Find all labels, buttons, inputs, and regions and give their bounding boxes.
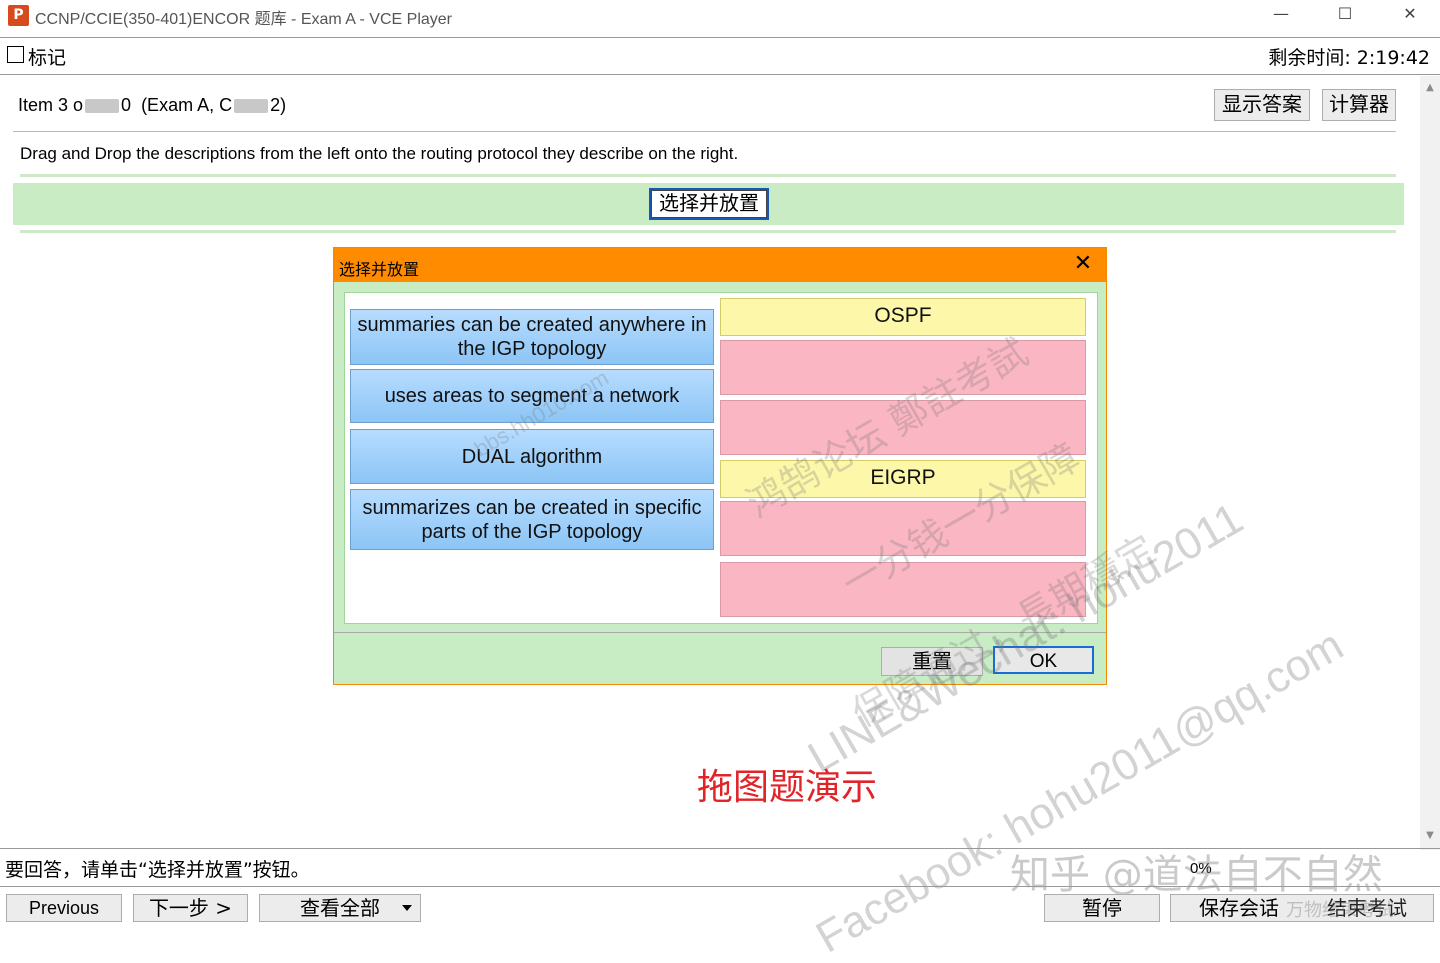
mark-label[interactable]: 标记	[28, 43, 66, 70]
pause-button[interactable]: 暂停	[1044, 894, 1160, 922]
show-answer-button[interactable]: 显示答案	[1214, 89, 1310, 121]
divider	[13, 131, 1396, 132]
dialog-header	[334, 248, 1106, 282]
save-session-button[interactable]: 保存会话	[1174, 895, 1304, 921]
exam-info-end: 2)	[270, 95, 287, 115]
source-item-summaries-anywhere[interactable]: summaries can be created anywhere in the…	[350, 309, 714, 365]
save-session-end-exam-bar: 保存会话 结束考试	[1170, 894, 1434, 922]
vertical-scrollbar[interactable]	[1420, 76, 1440, 850]
redacted-mark	[234, 99, 269, 114]
question-text: Drag and Drop the descriptions from the …	[20, 144, 739, 163]
demo-caption: 拖图题演示	[697, 767, 878, 808]
review-all-label: 查看全部	[300, 896, 380, 920]
end-exam-button[interactable]: 结束考试	[1304, 895, 1430, 921]
target-header-eigrp: EIGRP	[720, 460, 1086, 498]
divider	[0, 848, 1440, 849]
source-item-uses-areas[interactable]: uses areas to segment a network	[350, 369, 714, 423]
calculator-button[interactable]: 计算器	[1322, 89, 1396, 121]
dialog-close-icon[interactable]: ✕	[1071, 251, 1095, 277]
scroll-up-icon[interactable]: ▲	[1422, 82, 1438, 94]
review-all-dropdown[interactable]: 查看全部	[259, 894, 421, 922]
divider	[0, 886, 1440, 887]
exam-info: (Exam A, C	[141, 95, 233, 115]
maximize-button[interactable]: ☐	[1315, 0, 1375, 32]
next-button[interactable]: 下一步 >	[133, 894, 248, 922]
scroll-down-icon[interactable]: ▼	[1422, 830, 1438, 842]
item-number: Item 3 o	[18, 95, 84, 115]
item-info: Item 3 o 0 (Exam A, C 2)	[18, 95, 286, 116]
drop-target-eigrp-1[interactable]	[720, 501, 1086, 556]
select-and-place-button[interactable]: 选择并放置	[649, 188, 769, 220]
time-remaining: 剩余时间: 2:19:42	[1268, 47, 1430, 69]
divider	[20, 174, 1396, 177]
divider	[0, 74, 1440, 75]
progress-percent: 0%	[1190, 860, 1212, 877]
previous-button[interactable]: Previous	[6, 894, 122, 922]
ok-button[interactable]: OK	[993, 646, 1094, 674]
divider	[334, 632, 1106, 633]
close-window-button[interactable]: ✕	[1380, 0, 1440, 32]
drop-target-ospf-1[interactable]	[720, 340, 1086, 395]
status-hint: 要回答，请单击“选择并放置”按钮。	[5, 859, 310, 881]
target-header-ospf: OSPF	[720, 298, 1086, 336]
minimize-button[interactable]: —	[1251, 0, 1311, 32]
source-item-dual-algorithm[interactable]: DUAL algorithm	[350, 429, 714, 484]
drop-target-eigrp-2[interactable]	[720, 562, 1086, 617]
reset-button[interactable]: 重置	[881, 647, 983, 676]
window-title: CCNP/CCIE(350-401)ENCOR 题库 - Exam A - VC…	[35, 11, 452, 28]
source-item-summarizes-specific[interactable]: summarizes can be created in specific pa…	[350, 489, 714, 550]
app-icon: P	[8, 5, 29, 26]
divider	[20, 230, 1396, 233]
dialog-title: 选择并放置	[339, 260, 420, 279]
divider	[0, 37, 1440, 38]
drop-target-ospf-2[interactable]	[720, 400, 1086, 455]
item-total: 0	[121, 95, 132, 115]
mark-checkbox[interactable]	[7, 46, 24, 63]
chevron-down-icon	[402, 905, 412, 911]
redacted-mark	[85, 99, 120, 114]
